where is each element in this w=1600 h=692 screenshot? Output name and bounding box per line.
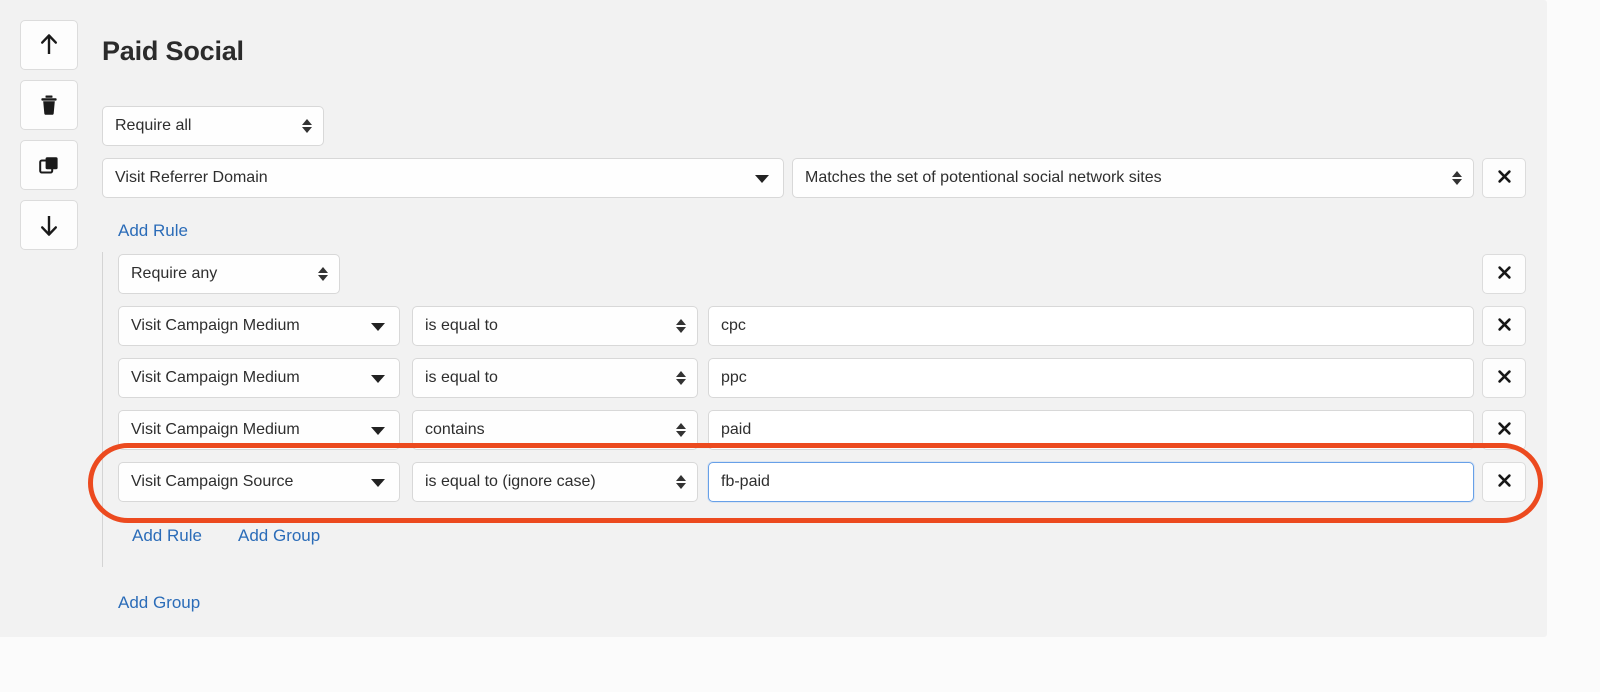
move-down-button[interactable]: [20, 200, 78, 250]
delete-button[interactable]: [20, 80, 78, 130]
trash-icon: [38, 93, 60, 117]
rule-operator-select[interactable]: is equal to: [412, 358, 698, 398]
close-icon: [1497, 265, 1512, 283]
rule-field-select[interactable]: Visit Campaign Medium: [118, 306, 400, 346]
group-indent-line: [102, 252, 103, 567]
segment-editor-panel: Paid Social Require all Visit Referrer D…: [0, 0, 1547, 637]
move-up-button[interactable]: [20, 20, 78, 70]
copy-icon: [37, 153, 61, 177]
rule-operator-select[interactable]: is equal to: [412, 306, 698, 346]
arrow-up-icon: [38, 33, 60, 57]
root-combinator-select[interactable]: Require all: [102, 106, 324, 146]
segment-toolbar: [20, 20, 78, 250]
group-add-group-link[interactable]: Add Group: [238, 527, 320, 544]
close-icon: [1497, 369, 1512, 387]
rule-operator-select[interactable]: is equal to (ignore case): [412, 462, 698, 502]
rule-field-select[interactable]: Visit Campaign Medium: [118, 410, 400, 450]
segment-definition-area: Paid Social Require all Visit Referrer D…: [102, 0, 1547, 637]
close-icon: [1497, 317, 1512, 335]
rule-value-input[interactable]: ppc: [708, 358, 1474, 398]
duplicate-button[interactable]: [20, 140, 78, 190]
group-remove-button[interactable]: [1482, 254, 1526, 294]
arrow-down-icon: [38, 213, 60, 237]
rule-field-select[interactable]: Visit Campaign Medium: [118, 358, 400, 398]
root-add-group-link[interactable]: Add Group: [118, 594, 200, 611]
root-rule-field-select[interactable]: Visit Referrer Domain: [102, 158, 784, 198]
root-add-rule-link[interactable]: Add Rule: [118, 222, 188, 239]
close-icon: [1497, 473, 1512, 491]
root-rule-remove-button[interactable]: [1482, 158, 1526, 198]
page-title: Paid Social: [102, 36, 244, 66]
group-add-rule-link[interactable]: Add Rule: [132, 527, 202, 544]
rule-value-input[interactable]: fb-paid: [708, 462, 1474, 502]
rule-value-input[interactable]: paid: [708, 410, 1474, 450]
rule-value-input[interactable]: cpc: [708, 306, 1474, 346]
rule-field-select[interactable]: Visit Campaign Source: [118, 462, 400, 502]
group-combinator-select[interactable]: Require any: [118, 254, 340, 294]
root-rule-operator-select[interactable]: Matches the set of potentional social ne…: [792, 158, 1474, 198]
rule-remove-button[interactable]: [1482, 306, 1526, 346]
rule-remove-button[interactable]: [1482, 358, 1526, 398]
close-icon: [1497, 169, 1512, 187]
rule-remove-button[interactable]: [1482, 462, 1526, 502]
rule-remove-button[interactable]: [1482, 410, 1526, 450]
close-icon: [1497, 421, 1512, 439]
rule-operator-select[interactable]: contains: [412, 410, 698, 450]
